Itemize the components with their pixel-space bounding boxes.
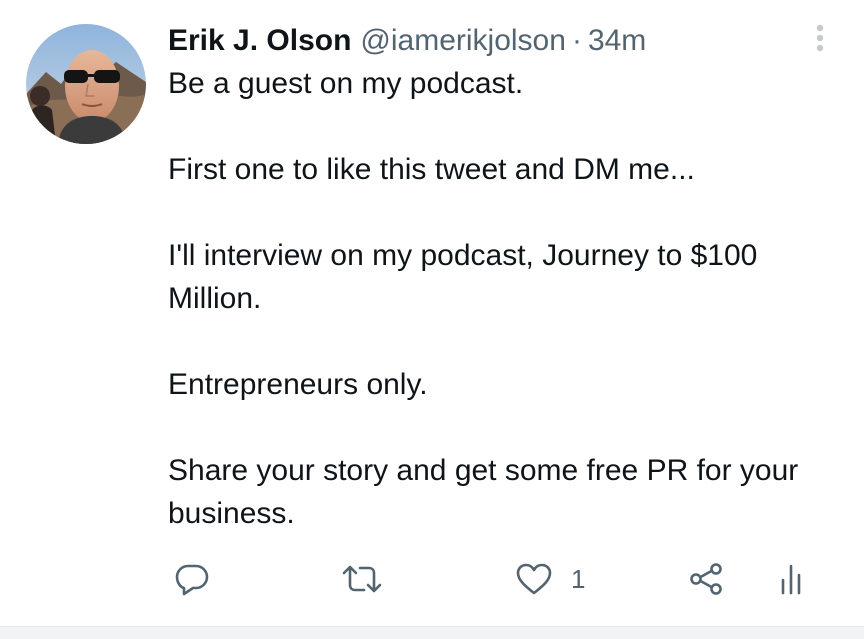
reply-icon xyxy=(175,564,209,596)
tweet-line: First one to like this tweet and DM me..… xyxy=(168,153,695,186)
heart-icon xyxy=(516,563,552,595)
tweet-line: Be a guest on my podcast. xyxy=(168,67,524,100)
more-vertical-icon xyxy=(816,24,824,52)
more-options-button[interactable] xyxy=(808,20,832,56)
tweet[interactable]: Erik J. Olson @iamerikjolson · 34m Be a … xyxy=(0,0,864,626)
feed-divider xyxy=(0,626,864,639)
analytics-button[interactable] xyxy=(778,557,808,601)
tweet-header: Erik J. Olson @iamerikjolson · 34m xyxy=(168,22,646,60)
separator-dot: · xyxy=(571,24,582,57)
tweet-line: Entrepreneurs only. xyxy=(168,368,428,401)
reply-button[interactable] xyxy=(174,557,210,601)
avatar[interactable] xyxy=(26,24,146,144)
retweet-icon xyxy=(342,565,382,593)
author-handle[interactable]: @iamerikjolson xyxy=(360,22,566,60)
retweet-button[interactable] xyxy=(342,557,382,601)
like-button[interactable]: 1 xyxy=(515,557,585,601)
analytics-icon xyxy=(781,564,801,595)
tweet-line: I'll interview on my podcast, Journey to… xyxy=(168,239,758,315)
author-name[interactable]: Erik J. Olson xyxy=(168,22,351,60)
like-count: 1 xyxy=(571,563,586,594)
tweet-text: Be a guest on my podcast. First one to l… xyxy=(168,62,838,535)
share-button[interactable] xyxy=(688,557,724,601)
tweet-line: Share your story and get some free PR fo… xyxy=(168,454,799,530)
timestamp[interactable]: 34m xyxy=(588,22,646,60)
share-icon xyxy=(690,563,722,595)
